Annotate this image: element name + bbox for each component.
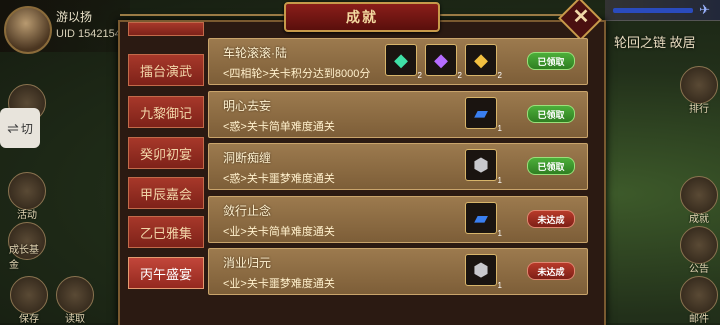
title-divider xyxy=(436,14,564,16)
achievement-row: 车轮滚滚·陆 <四相轮>关卡积分达到8000分 ◆ 2 ◆ 2 ◆ 2 已领取 xyxy=(208,38,588,85)
progress-bar xyxy=(613,8,693,13)
reward-qty: 1 xyxy=(497,176,502,185)
gold-gem-icon: ◆ xyxy=(474,50,488,70)
achievement-row: 敛行止念 <业>关卡简单难度通关 ▰ 1 未达成 xyxy=(208,196,588,243)
load-button[interactable]: 读取 xyxy=(56,276,94,325)
tab-bingwu[interactable]: 丙午盛宴 xyxy=(128,257,204,289)
silver-ore-icon: ⬢ xyxy=(473,260,489,280)
tab-yisi[interactable]: 乙巳雅集 xyxy=(128,216,204,248)
achievement-list[interactable]: 车轮滚滚·陆 <四相轮>关卡积分达到8000分 ◆ 2 ◆ 2 ◆ 2 已领取 明心去妄 <惑>关卡… xyxy=(206,36,588,323)
reward-qty: 2 xyxy=(417,71,422,80)
map-name: 轮回之链 故居 xyxy=(614,35,696,50)
avatar[interactable] xyxy=(4,6,52,54)
toggle-hud-button[interactable]: ⇌ 切 xyxy=(0,108,40,148)
not-achieved-badge[interactable]: 未达成 xyxy=(527,210,575,228)
achievement-button[interactable]: 成就 xyxy=(680,176,718,225)
achievement-name: 车轮滚滚·陆 xyxy=(223,46,287,60)
ranking-button[interactable]: 排行 xyxy=(680,66,718,115)
achievement-name: 消业归元 xyxy=(223,256,272,270)
blue-scroll-icon: ▰ xyxy=(474,103,488,123)
tab-jiachen[interactable]: 甲辰嘉会 xyxy=(128,177,204,209)
achievement-desc: <惑>关卡简单难度通关 xyxy=(223,121,335,133)
close-icon[interactable]: ✕ xyxy=(568,2,594,30)
notice-button[interactable]: 公告 xyxy=(680,226,718,275)
activity-button[interactable]: 活动 xyxy=(8,172,46,221)
reward-item[interactable]: ▰ 1 xyxy=(465,97,502,133)
reward-item[interactable]: ◆ 2 xyxy=(385,44,422,80)
reward-item[interactable]: ⬢ 1 xyxy=(465,149,502,185)
purple-gem-icon: ◆ xyxy=(434,50,448,70)
green-gem-icon: ◆ xyxy=(394,50,408,70)
player-name: 游以扬 xyxy=(56,10,93,24)
resource-bar: ✈ xyxy=(605,0,720,21)
achievement-name: 明心去妄 xyxy=(223,99,272,113)
save-button[interactable]: 保存 xyxy=(10,276,48,325)
reward-item[interactable]: ◆ 2 xyxy=(425,44,462,80)
claimed-badge[interactable]: 已领取 xyxy=(527,157,575,175)
player-uid: UID 1542154 xyxy=(56,28,121,40)
not-achieved-badge[interactable]: 未达成 xyxy=(527,262,575,280)
tab-jiuli[interactable]: 九黎御记 xyxy=(128,96,204,128)
reward-item[interactable]: ⬢ 1 xyxy=(465,254,502,290)
swap-icon: ⇌ xyxy=(7,119,19,136)
blue-scroll-icon: ▰ xyxy=(474,208,488,228)
achievement-desc: <四相轮>关卡积分达到8000分 xyxy=(223,68,371,80)
claimed-badge[interactable]: 已领取 xyxy=(527,105,575,123)
reward-qty: 1 xyxy=(497,229,502,238)
tab-guimao[interactable]: 癸卯初宴 xyxy=(128,137,204,169)
reward-qty: 2 xyxy=(457,71,462,80)
achievement-desc: <惑>关卡噩梦难度通关 xyxy=(223,173,335,185)
achievement-row: 明心去妄 <惑>关卡简单难度通关 ▰ 1 已领取 xyxy=(208,91,588,138)
achievement-name: 敛行止念 xyxy=(223,204,272,218)
pin-icon[interactable]: ✈ xyxy=(699,2,710,18)
title-divider xyxy=(120,14,284,16)
achievement-desc: <业>关卡简单难度通关 xyxy=(223,226,335,238)
reward-qty: 1 xyxy=(497,124,502,133)
mail-button[interactable]: 邮件 xyxy=(680,276,718,325)
reward-item[interactable]: ▰ 1 xyxy=(465,202,502,238)
achievement-row: 消业归元 <业>关卡噩梦难度通关 ⬢ 1 未达成 xyxy=(208,248,588,295)
tab-partial[interactable] xyxy=(128,22,204,36)
reward-qty: 2 xyxy=(497,71,502,80)
claimed-badge[interactable]: 已领取 xyxy=(527,52,575,70)
silver-ore-icon: ⬢ xyxy=(473,155,489,175)
achievement-name: 洞断痴缠 xyxy=(223,151,272,165)
dialog-title: 成就 xyxy=(284,2,440,32)
reward-qty: 1 xyxy=(497,281,502,290)
player-panel: 游以扬 UID 1542154 xyxy=(0,0,130,54)
achievement-row: 洞断痴缠 <惑>关卡噩梦难度通关 ⬢ 1 已领取 xyxy=(208,143,588,190)
tab-leitai[interactable]: 擂台演武 xyxy=(128,54,204,86)
category-tabs: 擂台演武 九黎御记 癸卯初宴 甲辰嘉会 乙巳雅集 丙午盛宴 xyxy=(124,22,206,323)
growth-fund-button[interactable]: 成长基金 xyxy=(8,222,46,271)
achievement-desc: <业>关卡噩梦难度通关 xyxy=(223,278,335,290)
reward-item[interactable]: ◆ 2 xyxy=(465,44,502,80)
